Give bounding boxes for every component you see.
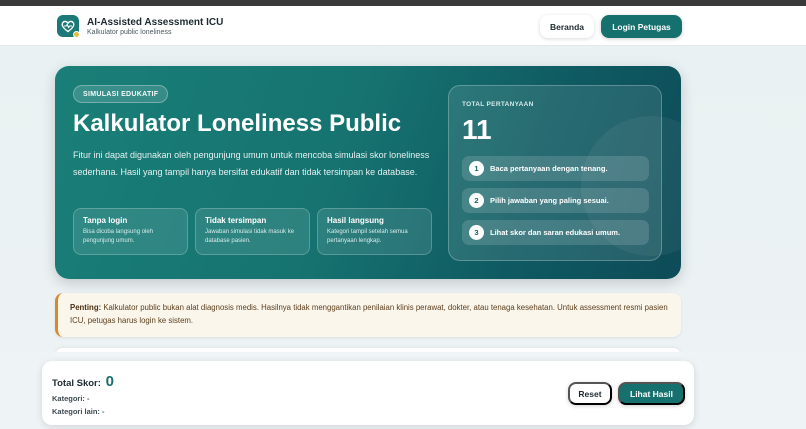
feature-title: Hasil langsung [327,216,384,225]
feature-title: Tidak tersimpan [205,216,267,225]
notice-text: Kalkulator public bukan alat diagnosis m… [70,303,668,325]
notice-label: Penting: [70,303,102,312]
total-pertanyaan-value: 11 [462,114,492,145]
login-petugas-button[interactable]: Login Petugas [601,15,682,38]
kategori-text: Kategori: - [52,394,90,403]
feature-desc: Kategori tampil setelah semua pertanyaan… [327,229,408,244]
brand-subtitle: Kalkulator public loneliness [87,29,172,36]
feature-desc: Bisa dicoba langsung oleh pengunjung umu… [83,229,154,244]
feature-desc: Jawaban simulasi tidak masuk ke database… [205,229,295,244]
hero-card: SIMULASI EDUKATIF Kalkulator Loneliness … [55,66,681,279]
brand-logo[interactable] [57,15,80,38]
total-score: Total Skor: 0 [52,373,114,390]
stats-panel: TOTAL PERTANYAAN 11 1 Baca pertanyaan de… [448,85,662,261]
status-dot [73,31,80,38]
step-item: 2 Pilih jawaban yang paling sesuai. [462,188,649,213]
lihat-hasil-button[interactable]: Lihat Hasil [618,382,685,405]
nav-beranda-button[interactable]: Beranda [540,15,594,38]
step-text: Pilih jawaban yang paling sesuai. [490,196,609,205]
important-notice: Penting: Kalkulator public bukan alat di… [55,293,681,337]
feature-card-tanpa-login: Tanpa login Bisa dicoba langsung oleh pe… [73,208,188,255]
brand-title: AI-Assisted Assessment ICU [87,17,224,28]
step-text: Lihat skor dan saran edukasi umum. [490,228,621,237]
kategori-lain-text: Kategori lain: - [52,407,105,416]
reset-button[interactable]: Reset [568,382,612,405]
step-item: 3 Lihat skor dan saran edukasi umum. [462,220,649,245]
step-number: 1 [469,161,484,176]
score-footer: Total Skor: 0 Kategori: - Kategori lain:… [42,361,694,425]
total-score-value: 0 [105,373,114,390]
total-score-label: Total Skor: [52,378,101,389]
feature-card-hasil-langsung: Hasil langsung Kategori tampil setelah s… [317,208,432,255]
hero-description: Fitur ini dapat digunakan oleh pengunjun… [73,150,430,177]
step-text: Baca pertanyaan dengan tenang. [490,164,608,173]
step-number: 3 [469,225,484,240]
feature-card-tidak-tersimpan: Tidak tersimpan Jawaban simulasi tidak m… [195,208,310,255]
hero-badge: SIMULASI EDUKATIF [73,85,169,103]
hero-title: Kalkulator Loneliness Public [73,110,402,137]
step-item: 1 Baca pertanyaan dengan tenang. [462,156,649,181]
feature-title: Tanpa login [83,216,128,225]
step-number: 2 [469,193,484,208]
total-pertanyaan-label: TOTAL PERTANYAAN [462,101,534,108]
navbar: AI-Assisted Assessment ICU Kalkulator pu… [0,6,806,46]
